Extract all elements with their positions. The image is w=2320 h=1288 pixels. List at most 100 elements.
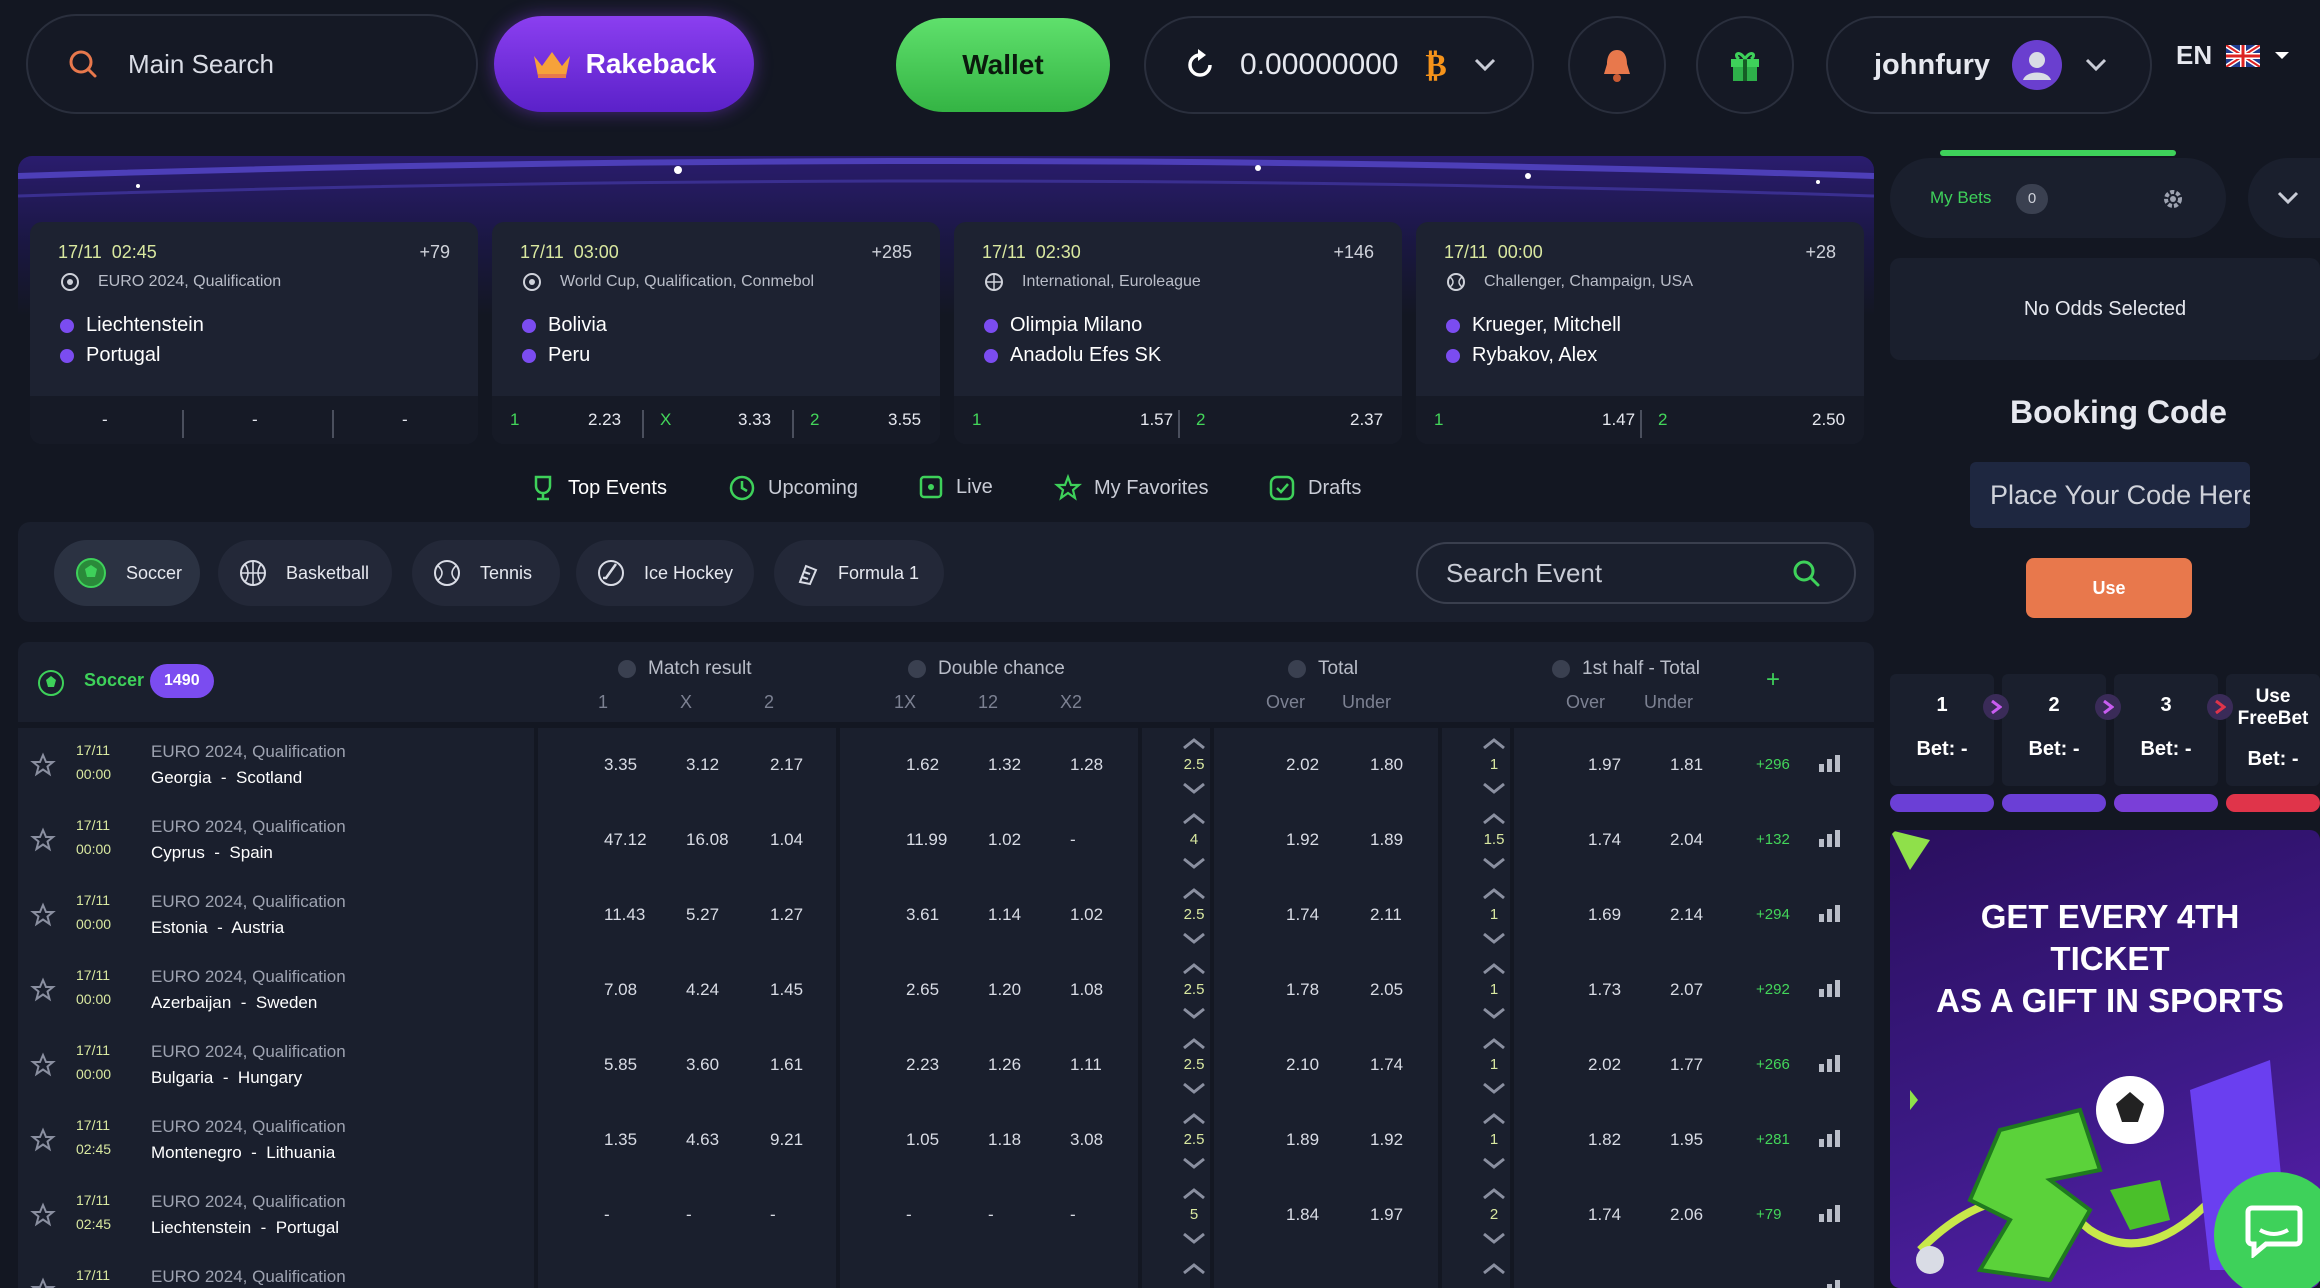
odd-cell[interactable]: 2.17 [770,755,803,775]
tab-upcoming[interactable]: Upcoming [728,474,858,502]
odd-cell[interactable]: 3.35 [604,755,637,775]
odd-cell[interactable]: 1.11 [1070,1055,1102,1075]
more-markets-count[interactable]: +266 [1756,1056,1790,1073]
tab-top-events[interactable]: Top Events [530,474,667,502]
odd-cell[interactable]: 2.07 [1670,980,1703,1000]
odd-cell[interactable]: 1.69 [1588,905,1621,925]
odd-cell[interactable]: 3.08 [1070,1130,1103,1150]
odd-cell[interactable]: 47.12 [604,830,647,850]
sport-filter-basketball[interactable]: Basketball [218,540,392,606]
info-icon[interactable] [618,660,636,678]
odd-cell[interactable]: - [770,1205,776,1225]
odd-cell[interactable]: - [686,1205,692,1225]
odd-value[interactable]: 2.23 [588,410,621,430]
odd-cell[interactable]: 3.60 [686,1055,719,1075]
wallet-button[interactable]: Wallet [896,18,1110,112]
more-markets-count[interactable]: +146 [1333,242,1374,263]
odd-cell[interactable]: 1.77 [1670,1055,1703,1075]
more-markets-count[interactable]: +281 [1756,1131,1790,1148]
favorite-star-icon[interactable] [30,977,56,1003]
more-markets-count[interactable]: +292 [1756,981,1790,998]
line-stepper[interactable] [1472,1263,1516,1288]
line-stepper[interactable] [1172,1263,1216,1288]
line-stepper[interactable]: 2 [1472,1188,1516,1244]
favorite-star-icon[interactable] [30,1127,56,1153]
stats-bar-icon[interactable] [1818,1204,1842,1224]
more-markets-count[interactable]: +294 [1756,906,1790,923]
more-markets-count[interactable]: +28 [1805,242,1836,263]
favorite-star-icon[interactable] [30,827,56,853]
table-row[interactable]: 17/11 00:00 EURO 2024, Qualification Georgi… [18,728,1874,803]
odd-cell[interactable]: 1.28 [1070,755,1103,775]
settings-gear-icon[interactable] [2160,186,2186,212]
line-stepper[interactable]: 1 [1472,1038,1516,1094]
odd-cell[interactable]: 1.97 [1370,1205,1403,1225]
line-stepper[interactable]: 1 [1472,963,1516,1019]
odd-value[interactable]: 2.37 [1350,410,1383,430]
sport-filter-formula-1[interactable]: Formula 1 [774,540,944,606]
line-stepper[interactable]: 4 [1172,813,1216,869]
odd-cell[interactable]: 1.80 [1370,755,1403,775]
favorite-star-icon[interactable] [30,1277,56,1288]
featured-event-card[interactable]: 17/11 02:30 +146 International, Euroleag… [954,222,1402,444]
odd-x[interactable]: - [252,410,258,430]
match-teams[interactable]: Liechtenstein - Portugal [151,1218,339,1238]
odd-cell[interactable]: 1.62 [906,755,939,775]
odd-cell[interactable]: 1.92 [1286,830,1319,850]
line-stepper[interactable]: 2.5 [1172,1113,1216,1169]
odd-cell[interactable]: - [988,1205,994,1225]
info-icon[interactable] [1552,660,1570,678]
use-booking-code-button[interactable]: Use [2026,558,2192,618]
my-bets-tab[interactable]: My Bets 0 [1890,158,2226,238]
odd-cell[interactable]: 1.89 [1286,1130,1319,1150]
gift-button[interactable] [1696,16,1794,114]
favorite-star-icon[interactable] [30,1052,56,1078]
odd-cell[interactable]: - [1070,1205,1076,1225]
odd-cell[interactable]: 1.74 [1286,905,1319,925]
odd-cell[interactable]: 16.08 [686,830,729,850]
odd-cell[interactable]: 5.27 [686,905,719,925]
odd-cell[interactable]: 1.95 [1670,1130,1703,1150]
odd-cell[interactable]: 1.18 [988,1130,1021,1150]
odd-cell[interactable]: 1.74 [1588,830,1621,850]
odd-1[interactable]: - [102,410,108,430]
odd-cell[interactable]: 1.14 [988,905,1021,925]
more-markets-count[interactable]: +132 [1756,831,1790,848]
table-row[interactable]: 17/11 02:45 EURO 2024, Qualification Liecht… [18,1178,1874,1253]
favorite-star-icon[interactable] [30,1202,56,1228]
line-stepper[interactable]: 1 [1472,1113,1516,1169]
stats-bar-icon[interactable] [1818,904,1842,924]
refresh-icon[interactable] [1182,47,1218,83]
odd-2[interactable]: - [402,410,408,430]
tab-my-favorites[interactable]: My Favorites [1054,474,1208,502]
match-teams[interactable]: Azerbaijan - Sweden [151,993,317,1013]
line-stepper[interactable]: 2.5 [1172,1038,1216,1094]
rakeback-button[interactable]: Rakeback [494,16,754,112]
odd-cell[interactable]: 9.21 [770,1130,803,1150]
odd-cell[interactable]: 1.26 [988,1055,1021,1075]
odd-value[interactable]: 2.50 [1812,410,1845,430]
featured-event-card[interactable]: 17/11 03:00 +285 World Cup, Qualificatio… [492,222,940,444]
odd-cell[interactable]: 5.85 [604,1055,637,1075]
odd-cell[interactable]: 1.82 [1588,1130,1621,1150]
match-teams[interactable]: Georgia - Scotland [151,768,302,788]
odd-cell[interactable]: 2.14 [1670,905,1703,925]
stats-bar-icon[interactable] [1818,829,1842,849]
odd-cell[interactable]: 1.08 [1070,980,1103,1000]
table-row[interactable]: 17/11 EURO 2024, Qualification [18,1253,1874,1288]
odd-cell[interactable]: 1.89 [1370,830,1403,850]
betslip-dropdown[interactable] [2248,158,2320,238]
add-market-button[interactable]: + [1766,666,1780,694]
odd-cell[interactable]: - [906,1205,912,1225]
more-markets-count[interactable]: +285 [871,242,912,263]
tab-live[interactable]: Live [918,474,993,500]
odd-value[interactable]: 1.57 [1140,410,1173,430]
table-row[interactable]: 17/11 00:00 EURO 2024, Qualification Cyprus… [18,803,1874,878]
match-teams[interactable]: Cyprus - Spain [151,843,273,863]
odd-cell[interactable]: 11.99 [906,830,947,850]
chevron-down-icon[interactable] [1473,57,1497,73]
odd-cell[interactable]: 1.05 [906,1130,939,1150]
favorite-star-icon[interactable] [30,752,56,778]
caret-down-icon[interactable] [2274,51,2290,61]
featured-event-card[interactable]: 17/11 02:45 +79 EURO 2024, Qualification… [30,222,478,444]
